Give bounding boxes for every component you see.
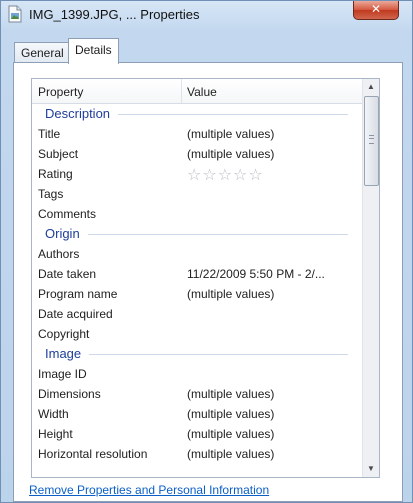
property-row[interactable]: Width (multiple values) (32, 404, 362, 424)
property-name: Title (38, 127, 61, 141)
group-divider (118, 114, 348, 115)
property-name: Tags (38, 187, 64, 201)
property-name: Dimensions (38, 387, 101, 401)
property-name: Subject (38, 147, 79, 161)
property-row[interactable]: Rating ☆☆☆☆☆ (32, 164, 362, 184)
property-value[interactable]: (multiple values) (187, 447, 274, 461)
column-header-property[interactable]: Property (38, 85, 83, 99)
property-row[interactable]: Title (multiple values) (32, 124, 362, 144)
property-row[interactable]: Date taken 11/22/2009 5:50 PM - 2/... (32, 264, 362, 284)
property-value[interactable]: (multiple values) (187, 407, 274, 421)
title-bar[interactable]: IMG_1399.JPG, ... Properties ✕ (1, 1, 412, 33)
property-name: Authors (38, 247, 80, 261)
property-value[interactable]: 11/22/2009 5:50 PM - 2/... (187, 267, 325, 281)
list-header: Property Value (32, 79, 362, 104)
properties-window: IMG_1399.JPG, ... Properties ✕ General D… (0, 0, 413, 503)
group-divider (89, 354, 348, 355)
property-list[interactable]: Property Value Description Title (multiple… (31, 78, 380, 478)
vertical-scrollbar[interactable]: ▲ ▼ (362, 79, 379, 477)
property-value[interactable]: (multiple values) (187, 427, 274, 441)
property-name: Comments (38, 207, 97, 221)
group-header-image: Image (32, 344, 362, 364)
property-name: Program name (38, 287, 118, 301)
property-value[interactable]: (multiple values) (187, 387, 274, 401)
scroll-up-icon[interactable]: ▲ (363, 79, 379, 95)
close-button[interactable]: ✕ (353, 1, 399, 20)
property-row[interactable]: Authors (32, 244, 362, 264)
property-name: Height (38, 427, 73, 441)
property-name: Date taken (38, 267, 97, 281)
group-label: Origin (45, 226, 80, 241)
window-title: IMG_1399.JPG, ... Properties (29, 7, 200, 22)
tab-general[interactable]: General (14, 42, 71, 63)
property-name: Width (38, 407, 69, 421)
scroll-thumb[interactable] (364, 96, 379, 186)
property-name: Date acquired (38, 307, 113, 321)
property-row[interactable]: Subject (multiple values) (32, 144, 362, 164)
group-header-description: Description (32, 104, 362, 124)
group-label: Image (45, 346, 82, 361)
column-header-value[interactable]: Value (187, 85, 217, 99)
property-name: Horizontal resolution (38, 447, 148, 461)
column-divider[interactable] (181, 79, 182, 103)
property-row[interactable]: Date acquired (32, 304, 362, 324)
property-row[interactable]: Program name (multiple values) (32, 284, 362, 304)
property-name: Copyright (38, 327, 90, 341)
property-value[interactable]: (multiple values) (187, 287, 274, 301)
group-header-origin: Origin (32, 224, 362, 244)
property-name: Rating (38, 167, 73, 181)
property-row[interactable]: Image ID (32, 364, 362, 384)
property-row[interactable]: Height (multiple values) (32, 424, 362, 444)
grip-icon (369, 135, 374, 144)
group-label: Description (45, 106, 111, 121)
property-row[interactable]: Dimensions (multiple values) (32, 384, 362, 404)
property-name: Image ID (38, 367, 87, 381)
property-row[interactable]: Copyright (32, 324, 362, 344)
details-panel: Property Value Description Title (multiple… (13, 62, 403, 502)
property-value[interactable]: (multiple values) (187, 147, 274, 161)
rating-stars[interactable]: ☆☆☆☆☆ (187, 165, 264, 185)
property-row[interactable]: Tags (32, 184, 362, 204)
scroll-down-icon[interactable]: ▼ (363, 461, 379, 477)
property-row[interactable]: Horizontal resolution (multiple values) (32, 444, 362, 464)
property-value[interactable]: (multiple values) (187, 127, 274, 141)
image-file-icon (8, 5, 22, 23)
remove-properties-link[interactable]: Remove Properties and Personal Informati… (29, 483, 269, 497)
tab-details[interactable]: Details (68, 38, 119, 64)
group-divider (88, 234, 348, 235)
property-rows: Description Title (multiple values) Subject… (32, 104, 362, 464)
property-row[interactable]: Comments (32, 204, 362, 224)
